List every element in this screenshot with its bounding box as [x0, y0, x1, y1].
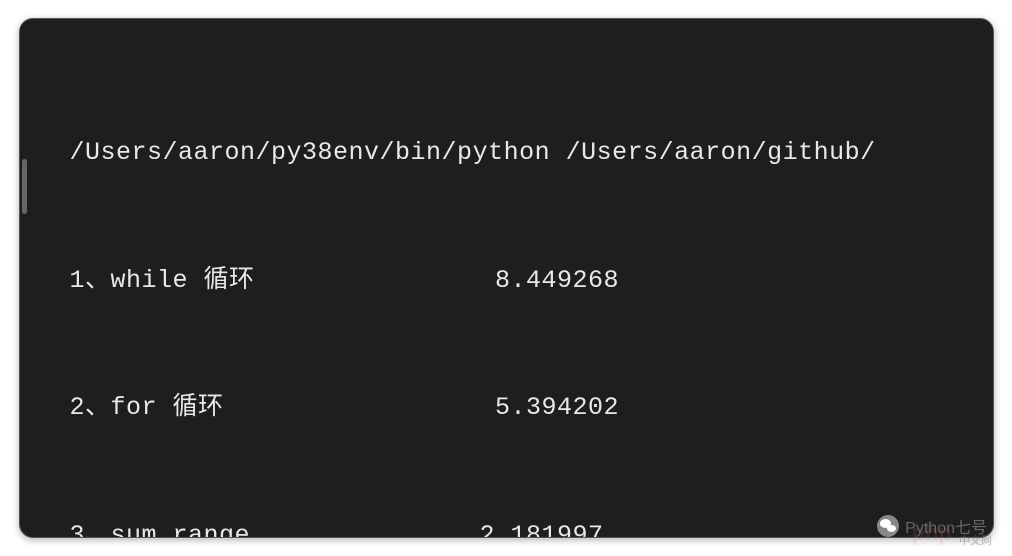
- command-line: /Users/aaron/py38env/bin/python /Users/a…: [70, 132, 973, 175]
- result-label: 2、for 循环: [70, 387, 480, 430]
- terminal-window: /Users/aaron/py38env/bin/python /Users/a…: [19, 18, 994, 538]
- wechat-icon: [877, 515, 899, 537]
- result-value: 8.449268: [480, 260, 620, 303]
- result-row: 2、for 循环 5.394202: [70, 387, 973, 430]
- watermark-site-cn: 中文网: [959, 532, 992, 548]
- result-value: 5.394202: [480, 387, 620, 430]
- result-row: 1、while 循环 8.449268: [70, 260, 973, 303]
- watermark-site: php: [912, 520, 952, 546]
- result-value: 2.181997: [480, 515, 604, 539]
- terminal-output[interactable]: /Users/aaron/py38env/bin/python /Users/a…: [20, 19, 993, 538]
- result-row: 3、sum range2.181997: [70, 515, 973, 539]
- result-label: 1、while 循环: [70, 260, 480, 303]
- scroll-indicator[interactable]: [22, 159, 27, 214]
- result-label: 3、sum range: [70, 515, 480, 539]
